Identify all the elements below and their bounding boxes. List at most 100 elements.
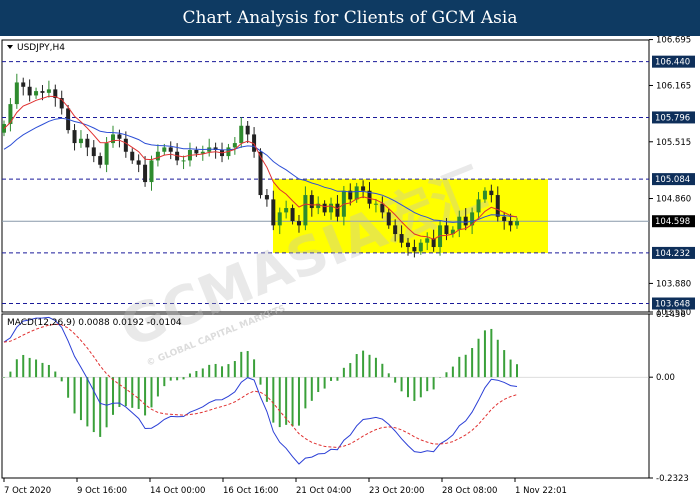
price-tick-label: 106.695 xyxy=(656,36,691,46)
candle-body xyxy=(489,190,494,196)
macd-histogram-bar xyxy=(79,377,82,421)
macd-tick-label: 0.1456 xyxy=(656,310,686,320)
price-tick-label: 104.860 xyxy=(656,195,691,205)
macd-histogram-bar xyxy=(330,377,333,381)
candle-body xyxy=(78,138,83,144)
price-tick-label: 105.515 xyxy=(656,138,691,148)
candle-body xyxy=(239,125,244,144)
candle-body xyxy=(40,91,45,93)
candle-body xyxy=(123,138,128,152)
macd-histogram-bar xyxy=(221,366,224,378)
macd-histogram-bar xyxy=(362,350,365,378)
candle-body xyxy=(91,147,96,157)
macd-histogram-bar xyxy=(28,357,31,378)
macd-histogram-bar xyxy=(182,377,185,380)
candle-body xyxy=(155,151,160,161)
macd-histogram-bar xyxy=(3,377,5,378)
candle-body xyxy=(354,186,359,200)
candle-body xyxy=(245,125,250,135)
macd-histogram-bar xyxy=(336,377,339,381)
candle-body xyxy=(482,190,487,200)
macd-histogram-bar xyxy=(516,364,518,378)
macd-histogram-bar xyxy=(278,377,281,428)
macd-histogram-bar xyxy=(368,354,371,378)
candle-body xyxy=(463,216,468,226)
macd-histogram-bar xyxy=(35,359,38,378)
time-tick-label: 14 Oct 00:00 xyxy=(150,486,205,496)
candle-body xyxy=(476,199,481,213)
macd-histogram-bar xyxy=(54,371,57,378)
candle-body xyxy=(405,242,410,248)
candle-body xyxy=(457,216,462,230)
macd-histogram-bar xyxy=(150,377,153,408)
candle-body xyxy=(21,82,26,87)
candle-body xyxy=(117,134,122,139)
macd-histogram-bar xyxy=(86,377,89,427)
time-tick-label: 16 Oct 16:00 xyxy=(223,486,278,496)
macd-histogram-bar xyxy=(464,354,467,378)
chart-title-banner: Chart Analysis for Clients of GCM Asia xyxy=(0,0,700,36)
macd-histogram-bar xyxy=(265,377,268,402)
price-badge-label: 104.232 xyxy=(655,249,690,259)
macd-tick-label: -0.2323 xyxy=(656,474,689,484)
macd-histogram-bar xyxy=(490,328,493,378)
candle-body xyxy=(194,150,199,154)
macd-histogram-bar xyxy=(387,373,390,378)
candle-body xyxy=(380,203,385,213)
candle-body xyxy=(181,160,186,162)
candle-body xyxy=(399,234,404,243)
candle-body xyxy=(232,143,237,148)
macd-histogram-bar xyxy=(67,377,70,398)
macd-histogram-bar xyxy=(201,368,204,378)
macd-histogram-bar xyxy=(144,377,147,416)
macd-histogram-bar xyxy=(240,351,243,378)
macd-histogram-bar xyxy=(253,359,256,378)
price-badge-label: 106.440 xyxy=(655,58,690,68)
chart-title: Chart Analysis for Clients of GCM Asia xyxy=(182,8,518,28)
candle-body xyxy=(444,225,449,235)
candle-body xyxy=(27,86,32,96)
candle-body xyxy=(303,195,308,226)
candle-body xyxy=(290,208,295,222)
candle-body xyxy=(393,225,398,235)
price-tick-label: 106.165 xyxy=(656,81,691,91)
macd-histogram-bar xyxy=(188,373,191,378)
candle-body xyxy=(264,195,269,200)
candle-body xyxy=(495,195,500,217)
candle-body xyxy=(309,195,314,209)
macd-histogram-bar xyxy=(310,377,313,401)
candle-body xyxy=(104,143,109,165)
macd-histogram-bar xyxy=(176,377,179,381)
candle-body xyxy=(34,91,39,96)
macd-histogram-bar xyxy=(509,359,512,378)
price-badge-label: 105.796 xyxy=(655,113,690,123)
candle-body xyxy=(508,221,513,226)
macd-histogram-bar xyxy=(227,364,230,378)
macd-histogram-bar xyxy=(451,366,454,378)
macd-histogram-bar xyxy=(112,377,115,415)
macd-histogram-bar xyxy=(272,377,275,423)
macd-histogram-bar xyxy=(131,377,134,408)
symbol-label: USDJPY,H4 xyxy=(17,43,65,53)
candle-body xyxy=(322,203,327,213)
candle-body xyxy=(296,221,301,226)
macd-histogram-bar xyxy=(445,372,448,378)
candle-body xyxy=(277,212,282,226)
candle-body xyxy=(14,82,19,105)
candle-body xyxy=(284,208,289,213)
candle-body xyxy=(98,156,103,165)
time-tick-label: 1 Nov 22:01 xyxy=(515,486,567,496)
time-tick-label: 7 Oct 2020 xyxy=(4,486,51,496)
candle-body xyxy=(143,164,148,183)
candle-body xyxy=(149,160,154,183)
macd-histogram-bar xyxy=(406,377,409,398)
chart-canvas: GCMASIA宏汇 © GLOBAL CAPITAL MARKETS USDJP… xyxy=(0,36,700,500)
candle-body xyxy=(361,186,366,191)
macd-histogram-bar xyxy=(413,377,416,401)
candle-body xyxy=(130,151,135,161)
candle-body xyxy=(162,147,167,152)
price-tick-label: 103.880 xyxy=(656,279,691,289)
macd-histogram-bar xyxy=(195,370,198,378)
macd-histogram-bar xyxy=(41,362,44,378)
macd-tick-label: 0.00 xyxy=(656,373,675,383)
